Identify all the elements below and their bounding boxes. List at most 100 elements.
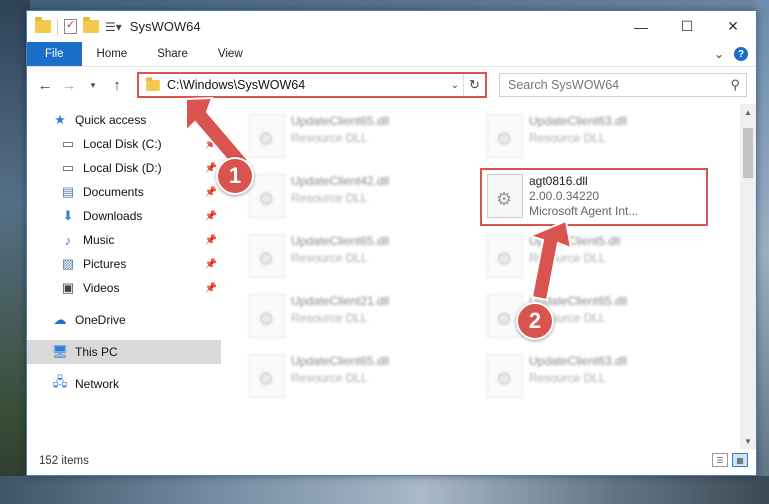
- pictures-icon: ▨: [61, 256, 75, 271]
- file-item[interactable]: UpdateClient42.dll Resource DLL: [247, 170, 477, 226]
- details-view-icon[interactable]: ☰: [712, 453, 728, 467]
- sidebar-item-label: Downloads: [83, 209, 143, 223]
- expand-ribbon-icon[interactable]: ⌄: [714, 47, 724, 61]
- quick-access-toolbar: ☰▾: [27, 11, 122, 42]
- file-name: UpdateClient65.dll: [291, 234, 390, 248]
- file-item[interactable]: UpdateClient63.dll Resource DLL: [485, 110, 715, 166]
- main-body: ★ Quick access ▭ Local Disk (C:) 📌 ▭ Loc…: [27, 104, 756, 449]
- file-item[interactable]: UpdateClient5.dll Resource DLL: [485, 230, 715, 286]
- sidebar-item-music[interactable]: ♪ Music 📌: [27, 228, 221, 252]
- search-icon: ⚲: [730, 77, 740, 92]
- download-icon: ⬇: [62, 208, 74, 223]
- up-button[interactable]: ↑: [107, 75, 127, 95]
- dll-file-icon: [249, 234, 285, 278]
- file-item[interactable]: UpdateClient65.dll Resource DLL: [247, 230, 477, 286]
- pin-icon[interactable]: 📌: [205, 283, 217, 294]
- sidebar-item-label: Pictures: [83, 257, 127, 271]
- file-type: Resource DLL: [529, 131, 606, 145]
- file-item[interactable]: UpdateClient65.dll Resource DLL: [247, 350, 477, 406]
- dll-file-icon: [487, 114, 523, 158]
- customize-toolbar-icon[interactable]: ☰▾: [105, 20, 122, 34]
- tab-view[interactable]: View: [203, 42, 258, 66]
- sidebar-item-label: Quick access: [75, 113, 147, 127]
- new-folder-icon[interactable]: [83, 17, 99, 33]
- sidebar-item-label: Documents: [83, 185, 144, 199]
- file-type: Resource DLL: [291, 371, 368, 385]
- sidebar-item-pictures[interactable]: ▨ Pictures 📌: [27, 252, 221, 276]
- pin-icon[interactable]: 📌: [205, 139, 217, 150]
- navigation-pane: ★ Quick access ▭ Local Disk (C:) 📌 ▭ Loc…: [27, 104, 221, 449]
- cloud-icon: ☁: [53, 312, 67, 327]
- dll-file-icon: [249, 294, 285, 338]
- sidebar-item-quick-access[interactable]: ★ Quick access: [27, 108, 221, 132]
- file-name: UpdateClient65.dll: [291, 114, 390, 128]
- file-name: UpdateClient65.dll: [291, 354, 390, 368]
- file-item[interactable]: UpdateClient21.dll Resource DLL: [247, 290, 477, 346]
- sidebar-item-local-disk-d[interactable]: ▭ Local Disk (D:) 📌: [27, 156, 221, 180]
- pin-icon[interactable]: 📌: [205, 235, 217, 246]
- file-name: UpdateClient21.dll: [291, 294, 390, 308]
- sidebar-item-onedrive[interactable]: ☁ OneDrive: [27, 308, 221, 332]
- sidebar-item-label: OneDrive: [75, 313, 126, 327]
- pin-icon[interactable]: 📌: [205, 163, 217, 174]
- pin-icon[interactable]: 📌: [205, 259, 217, 270]
- callout-badge-2: 2: [516, 302, 554, 340]
- tab-file[interactable]: File: [27, 42, 82, 66]
- file-name: UpdateClient42.dll: [291, 174, 390, 188]
- file-list: UpdateClient65.dll Resource DLL UpdateCli…: [221, 104, 740, 449]
- back-button[interactable]: ←: [35, 75, 55, 95]
- file-type: Resource DLL: [529, 371, 606, 385]
- file-item[interactable]: UpdateClient63.dll Resource DLL: [485, 350, 715, 406]
- forward-button[interactable]: →: [59, 75, 79, 95]
- address-bar[interactable]: C:\Windows\SysWOW64 ⌄ ↻: [137, 72, 487, 98]
- pin-icon[interactable]: 📌: [205, 211, 217, 222]
- dll-file-icon: [249, 114, 285, 158]
- maximize-button[interactable]: ☐: [664, 11, 710, 42]
- file-item[interactable]: UpdateClient65.dll Resource DLL: [247, 110, 477, 166]
- sidebar-item-label: This PC: [75, 345, 118, 359]
- desktop-background-right: [755, 0, 769, 504]
- sidebar-item-label: Local Disk (C:): [83, 137, 162, 151]
- tab-share[interactable]: Share: [142, 42, 203, 66]
- help-icon[interactable]: ?: [734, 47, 748, 61]
- dll-file-icon: [487, 234, 523, 278]
- pin-icon[interactable]: 📌: [205, 187, 217, 198]
- recent-locations-button[interactable]: ▾: [83, 75, 103, 95]
- file-name: UpdateClient63.dll: [529, 114, 628, 128]
- address-dropdown-icon[interactable]: ⌄: [447, 80, 463, 91]
- computer-icon: 🖥: [51, 344, 69, 359]
- vertical-scrollbar[interactable]: ▲ ▼: [740, 104, 756, 449]
- sidebar-item-local-disk-c[interactable]: ▭ Local Disk (C:) 📌: [27, 132, 221, 156]
- tab-home[interactable]: Home: [82, 42, 143, 66]
- ribbon-tabs: File Home Share View ⌄ ?: [27, 42, 756, 67]
- properties-icon[interactable]: [64, 18, 77, 34]
- file-type: Resource DLL: [529, 251, 606, 265]
- sidebar-item-network[interactable]: 🖧 Network: [27, 372, 221, 396]
- explorer-window: ☰▾ SysWOW64 — ☐ ✕ File Home Share View ⌄…: [26, 10, 757, 476]
- folder-icon: [146, 76, 160, 91]
- search-placeholder: Search SysWOW64: [508, 78, 620, 92]
- sidebar-item-downloads[interactable]: ⬇ Downloads 📌: [27, 204, 221, 228]
- minimize-button[interactable]: —: [618, 11, 664, 42]
- scroll-thumb[interactable]: [743, 128, 753, 178]
- documents-icon: ▤: [61, 184, 75, 199]
- status-bar: 152 items ☰ ▦: [27, 447, 756, 475]
- sidebar-item-this-pc[interactable]: 🖥 This PC: [27, 340, 221, 364]
- dll-file-icon: [249, 174, 285, 218]
- search-input[interactable]: Search SysWOW64 ⚲: [499, 73, 747, 97]
- large-icons-view-icon[interactable]: ▦: [732, 453, 748, 467]
- scroll-up-icon[interactable]: ▲: [740, 104, 756, 120]
- title-bar: ☰▾ SysWOW64 — ☐ ✕: [27, 11, 756, 42]
- dll-file-icon: [249, 354, 285, 398]
- item-count: 152 items: [39, 455, 89, 467]
- sidebar-item-documents[interactable]: ▤ Documents 📌: [27, 180, 221, 204]
- sidebar-item-label: Videos: [83, 281, 120, 295]
- sidebar-item-videos[interactable]: ▣ Videos 📌: [27, 276, 221, 300]
- file-name: UpdateClient5.dll: [529, 234, 621, 248]
- close-button[interactable]: ✕: [710, 11, 756, 42]
- refresh-icon[interactable]: ↻: [463, 74, 485, 96]
- folder-icon: [35, 17, 51, 33]
- address-path[interactable]: C:\Windows\SysWOW64: [167, 78, 447, 92]
- file-type: Resource DLL: [291, 191, 368, 205]
- videos-icon: ▣: [61, 280, 75, 295]
